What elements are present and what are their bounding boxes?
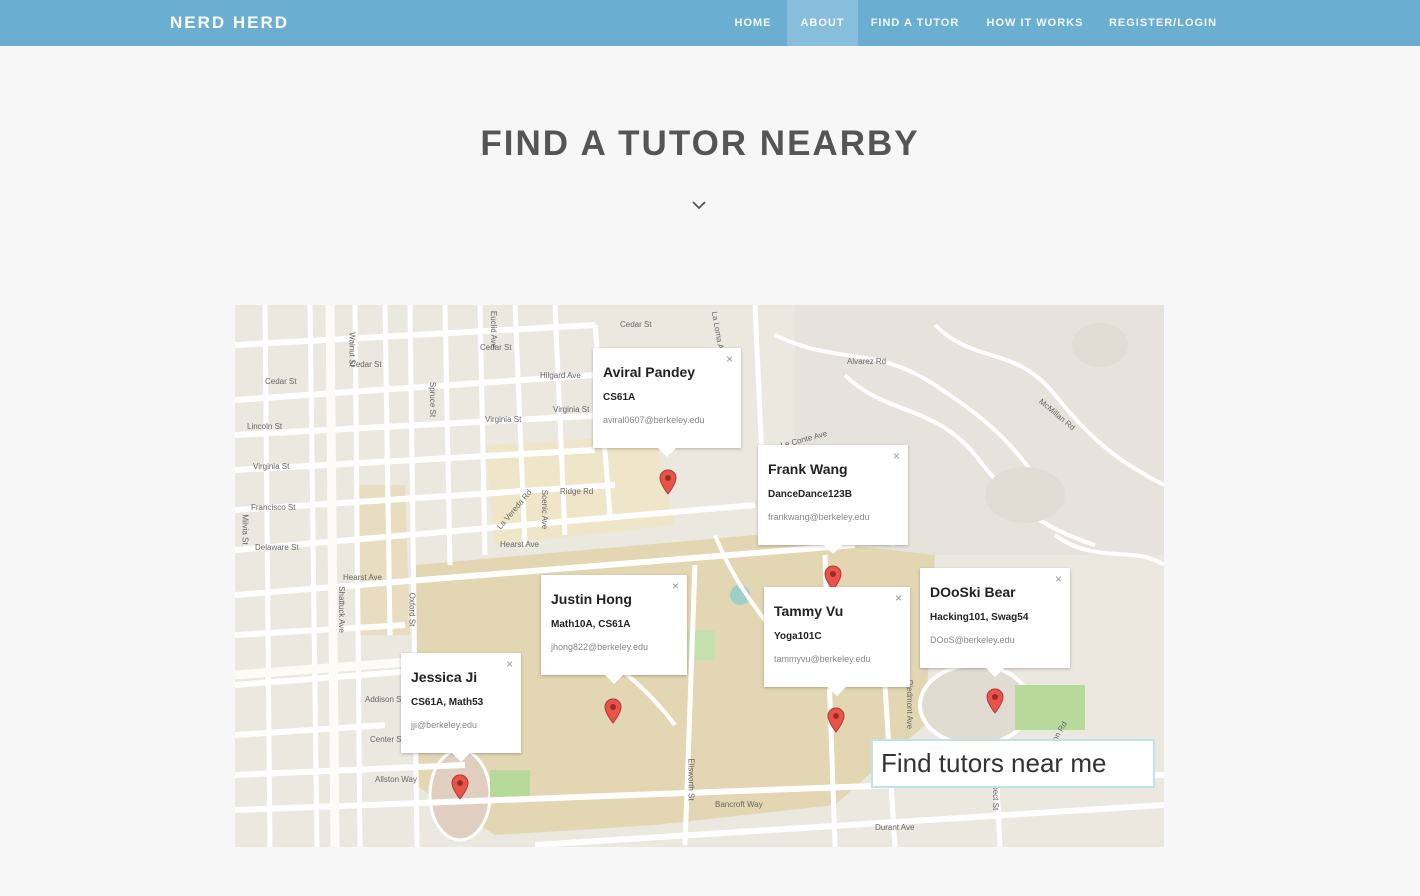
map-pin-icon[interactable] <box>659 469 677 495</box>
tutor-email[interactable]: aviral0607@berkeley.edu <box>603 415 731 425</box>
tutor-name: Jessica Ji <box>411 669 478 685</box>
nav-item-home[interactable]: HOME <box>722 0 784 46</box>
tutor-map[interactable]: Cedar St Cedar St Cedar St Cedar St Virg… <box>235 305 1164 847</box>
street-label: Ellsworth St <box>686 758 696 801</box>
find-tutors-near-me-button[interactable]: Find tutors near me <box>871 739 1155 788</box>
street-label: Cedar St <box>265 377 297 386</box>
street-label: Durant Ave <box>875 823 915 832</box>
street-label: Cedar St <box>620 320 652 329</box>
street-label: Hearst Ave <box>500 540 539 549</box>
street-label: Scenic Ave <box>540 489 550 530</box>
map-pin-icon[interactable] <box>986 688 1004 714</box>
street-label: Virginia St <box>485 415 522 424</box>
tutor-name: Justin Hong <box>551 591 632 607</box>
street-label: Allston Way <box>375 775 417 784</box>
tutor-name: Aviral Pandey <box>603 364 696 380</box>
street-label: Spruce St <box>428 381 438 418</box>
street-label: Lincoln St <box>247 422 283 431</box>
street-label: Virginia St <box>253 462 290 471</box>
map-pin-icon[interactable] <box>451 774 469 800</box>
tutor-info-window[interactable]: × Justin Hong Math10A, CS61A jhong822@be… <box>541 575 687 684</box>
nav-item-find-a-tutor[interactable]: FIND A TUTOR <box>860 0 970 46</box>
map-pin-icon[interactable] <box>604 698 622 724</box>
street-label: Francisco St <box>251 503 296 512</box>
tutor-courses: Hacking101, Swag54 <box>930 612 1029 623</box>
tutor-courses: CS61A <box>603 392 636 403</box>
street-label: Walnut St <box>347 332 357 367</box>
street-label: Oxford St <box>407 592 417 627</box>
nav-item-register-login[interactable]: REGISTER/LOGIN <box>1100 0 1226 46</box>
tutor-courses: Yoga101C <box>774 631 822 642</box>
nav-item-how-it-works[interactable]: HOW IT WORKS <box>976 0 1094 46</box>
street-label: Center St <box>370 735 404 744</box>
close-icon[interactable]: × <box>1055 572 1062 586</box>
close-icon[interactable]: × <box>672 579 679 593</box>
close-icon[interactable]: × <box>726 352 733 366</box>
tutor-name: Frank Wang <box>768 461 848 477</box>
tutor-email[interactable]: jhong822@berkeley.edu <box>551 642 677 652</box>
street-label: Addison St <box>365 695 404 704</box>
street-label: Alvarez Rd <box>847 357 887 366</box>
tutor-info-window[interactable]: × Frank Wang DanceDance123B frankwang@be… <box>758 445 908 554</box>
tutor-courses: CS61A, Math53 <box>411 697 484 708</box>
tutor-info-window[interactable]: × DOoSki Bear Hacking101, Swag54 DOoS@be… <box>920 568 1070 677</box>
tutor-email[interactable]: frankwang@berkeley.edu <box>768 512 898 522</box>
tutor-email[interactable]: jji@berkeley.edu <box>411 720 511 730</box>
street-label: Bancroft Way <box>715 800 763 809</box>
close-icon[interactable]: × <box>506 657 513 671</box>
close-icon[interactable]: × <box>893 449 900 463</box>
tutor-name: Tammy Vu <box>774 603 844 619</box>
tutor-courses: Math10A, CS61A <box>551 619 631 630</box>
street-label: Ridge Rd <box>560 487 594 496</box>
street-label: Piedmont Ave <box>905 679 915 730</box>
close-icon[interactable]: × <box>895 591 902 605</box>
street-label: Delaware St <box>255 543 299 552</box>
street-label: Virginia St <box>553 405 590 414</box>
tutor-info-window[interactable]: × Aviral Pandey CS61A aviral0607@berkele… <box>593 348 741 457</box>
street-label: Hearst Ave <box>343 573 382 582</box>
street-label: Hilgard Ave <box>540 371 581 380</box>
street-label: Euclid Ave <box>489 310 499 349</box>
brand-logo-text[interactable]: NERD HERD <box>170 0 289 46</box>
tutor-info-window[interactable]: × Jessica Ji CS61A, Math53 jji@berkeley.… <box>401 653 521 762</box>
map-pin-icon[interactable] <box>827 707 845 733</box>
nav-item-about[interactable]: ABOUT <box>787 0 858 46</box>
top-navbar: NERD HERD HOME ABOUT FIND A TUTOR HOW IT… <box>0 0 1420 46</box>
tutor-email[interactable]: DOoS@berkeley.edu <box>930 635 1060 645</box>
street-label: Milvia St <box>240 514 250 545</box>
tutor-info-window[interactable]: × Tammy Vu Yoga101C tammyvu@berkeley.edu <box>764 587 910 696</box>
tutor-courses: DanceDance123B <box>768 489 852 500</box>
tutor-email[interactable]: tammyvu@berkeley.edu <box>774 654 900 664</box>
chevron-down-icon[interactable] <box>690 196 708 214</box>
street-label: Shattuck Ave <box>336 586 346 633</box>
tutor-name: DOoSki Bear <box>930 584 1016 600</box>
page-title: FIND A TUTOR NEARBY <box>480 124 920 163</box>
